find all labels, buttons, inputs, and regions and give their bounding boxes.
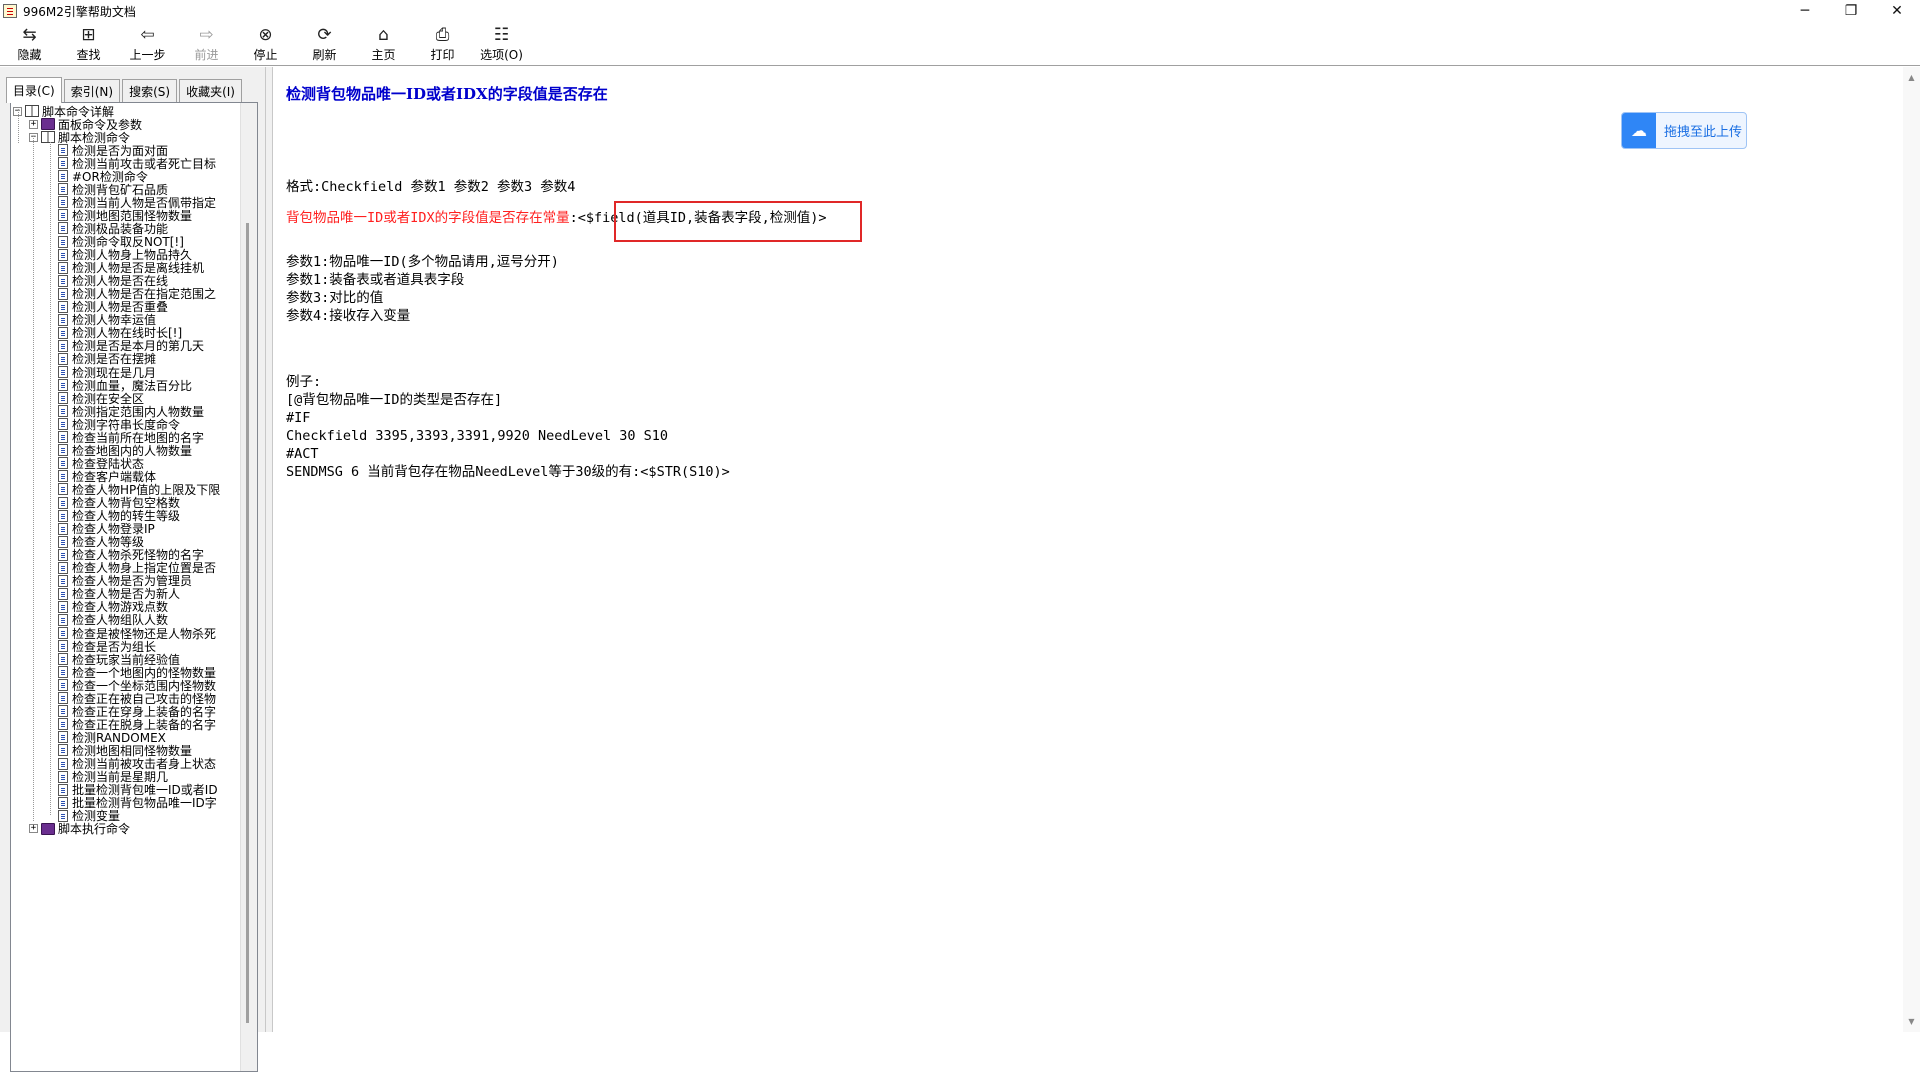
tree-guide-line [50,142,51,815]
expand-icon[interactable]: + [29,824,38,834]
toolbar-button-label: 刷新 [312,48,337,62]
param-3: 参数3:对比的值 [286,290,384,306]
toolbar-button-label: 主页 [371,48,396,62]
example-line-4: #ACT [286,446,319,462]
help-document-icon [3,4,17,18]
toolbar-button-label: 打印 [430,48,455,62]
toolbar-button-forward[interactable]: ⇨ 前进 [177,22,236,66]
window-controls: ─ ❐ ✕ [1782,0,1920,22]
tree-scrollbar[interactable] [240,103,257,1071]
home-icon: ⌂ [378,25,389,45]
close-button[interactable]: ✕ [1874,0,1920,22]
toolbar-button-refresh[interactable]: ⟳ 刷新 [295,22,354,66]
tree-view: − 脚本命令详解 + 面板命令及参数 − 脚本检测命令 检测是否为面对面 检测当前攻击或者死亡… [11,103,241,1071]
param-1: 参数1:物品唯一ID(多个物品请用,逗号分开) [286,254,559,270]
format-line: 格式:Checkfield 参数1 参数2 参数3 参数4 [286,179,576,195]
stop-icon: ⊗ [258,25,273,45]
toolbar-button-label: 隐藏 [17,48,42,62]
back-icon: ⇦ [140,25,155,45]
tree-guide-line [33,135,34,821]
options-icon: ☷ [493,25,510,45]
minimize-button[interactable]: ─ [1782,0,1828,22]
toolbar-button-print[interactable]: ⎙ 打印 [413,22,472,66]
tree-guide-line [18,109,19,143]
param-4: 参数4:接收存入变量 [286,308,411,324]
toolbar-button-stop[interactable]: ⊗ 停止 [236,22,295,66]
cloud-upload-icon: ☁ [1622,113,1656,148]
example-line-1: [@背包物品唯一ID的类型是否存在] [286,392,503,408]
tab-index[interactable]: 索引(N) [63,79,121,103]
content-pane: 检测背包物品唯一ID或者IDX的字段值是否存在 ☁ 拖拽至此上传 格式:Chec… [272,67,1920,1032]
example-line-2: #IF [286,410,311,426]
navigation-tabs: 目录(C) 索引(N) 搜索(S) 收藏夹(I) [6,77,244,103]
toolbar-button-label: 停止 [253,48,278,62]
tab-search[interactable]: 搜索(S) [122,79,178,103]
toolbar-button-label: 上一步 [129,48,166,62]
toolbar-button-home[interactable]: ⌂ 主页 [354,22,413,66]
toolbar-button-hide[interactable]: ⇆ 隐藏 [0,22,59,66]
print-icon: ⎙ [435,25,450,45]
tree-item-label: 脚本执行命令 [58,822,131,837]
tree-node-exec-commands[interactable]: + 脚本执行命令 [29,821,130,837]
scroll-up-icon[interactable]: ▲ [1903,69,1920,86]
content-scrollbar[interactable]: ▲ ▼ [1903,67,1920,1032]
toolbar-button-find[interactable]: ⊞ 查找 [59,22,118,66]
scroll-down-icon[interactable]: ▼ [1903,1013,1920,1030]
window-title: 996M2引擎帮助文档 [23,4,136,19]
expand-icon[interactable]: + [29,119,38,129]
refresh-icon: ⟳ [317,25,332,45]
toolbar-button-label: 选项(O) [480,48,523,62]
title-bar: 996M2引擎帮助文档 ─ ❐ ✕ [0,0,1920,22]
contents-tree[interactable]: − 脚本命令详解 + 面板命令及参数 − 脚本检测命令 检测是否为面对面 检测当前攻击或者死亡… [10,102,258,1072]
param-2: 参数1:装备表或者道具表字段 [286,272,465,288]
page-title: 检测背包物品唯一ID或者IDX的字段值是否存在 [286,85,608,103]
toolbar-button-options[interactable]: ☷ 选项(O) [472,22,531,66]
toolbar-button-label: 前进 [194,48,219,62]
highlight-annotation-box [614,201,862,242]
toolbar-button-label: 查找 [76,48,101,62]
example-line-3: Checkfield 3395,3393,3391,9920 NeedLevel… [286,428,669,444]
toolbar: ⇆ 隐藏 ⊞ 查找 ⇦ 上一步 ⇨ 前进 ⊗ 停止 ⟳ 刷新 ⌂ 主页 ⎙ 打印 ☷ 选项(O) [0,22,1920,66]
upload-button-label: 拖拽至此上传 [1664,125,1743,140]
hide-icon: ⇆ [22,25,37,45]
forward-icon: ⇨ [199,25,214,45]
navigation-pane: 目录(C) 索引(N) 搜索(S) 收藏夹(I) − 脚本命令详解 + 面板命令及参数 − 脚本… [0,67,266,1072]
book-icon [41,822,55,835]
open-book-icon [41,131,55,144]
constant-label: 背包物品唯一ID或者IDX的字段值是否存在常量 [286,210,570,226]
toolbar-button-back[interactable]: ⇦ 上一步 [118,22,177,66]
maximize-button[interactable]: ❐ [1828,0,1874,22]
example-label: 例子: [286,374,322,390]
upload-button[interactable]: ☁ 拖拽至此上传 [1621,112,1747,149]
find-icon: ⊞ [81,25,96,45]
example-line-5: SENDMSG 6 当前背包存在物品NeedLevel等于30级的有:<$STR… [286,464,730,480]
tab-favorites[interactable]: 收藏夹(I) [179,79,242,103]
tree-scrollbar-thumb[interactable] [246,223,249,1023]
tab-contents[interactable]: 目录(C) [6,77,62,103]
